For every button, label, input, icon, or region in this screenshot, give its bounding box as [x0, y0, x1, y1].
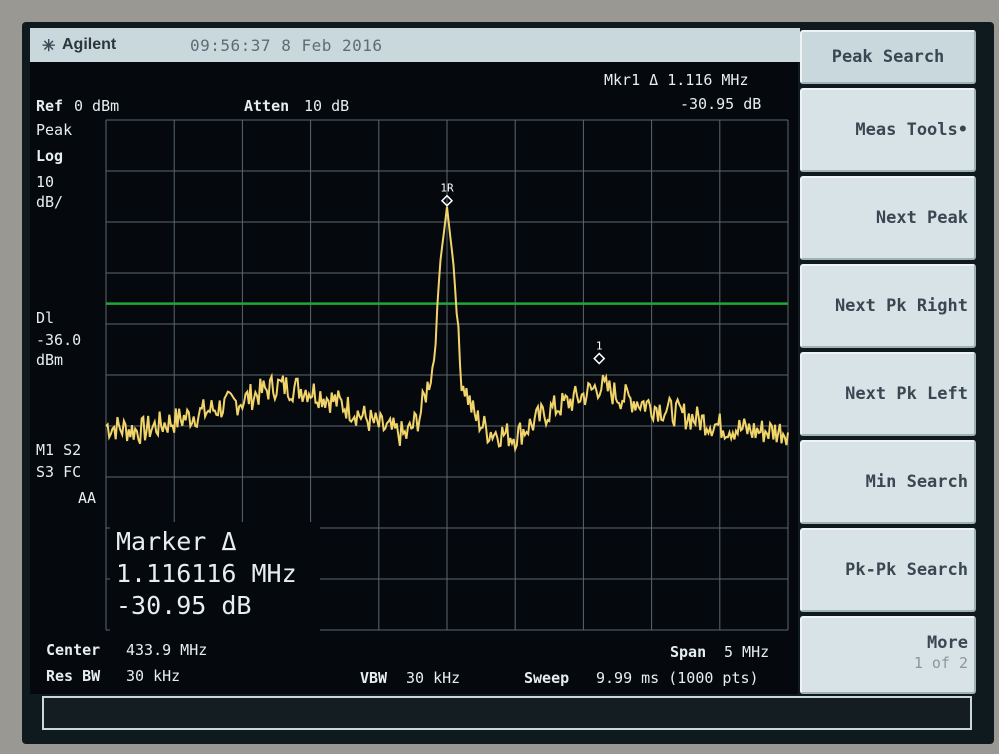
- marker-diamond-icon: [593, 352, 606, 365]
- sweep-value: 9.99 ms (1000 pts): [596, 669, 759, 687]
- marker-label: 1R: [440, 182, 454, 195]
- softkey-next-peak[interactable]: Next Peak: [800, 176, 976, 260]
- sweep-label: Sweep: [524, 669, 570, 687]
- softkey-pk-pk-search[interactable]: Pk-Pk Search: [800, 528, 976, 612]
- marker-label: 1: [596, 340, 603, 353]
- center-freq-label: Center: [46, 641, 101, 659]
- res-bw-label: Res BW: [46, 667, 101, 685]
- marker-box-frequency: 1.116116 MHz: [116, 559, 297, 588]
- vbw-label: VBW: [360, 669, 388, 687]
- brand-logo: ✳ Agilent: [42, 36, 117, 55]
- span-value: 5 MHz: [724, 643, 770, 661]
- softkey-panel: Peak Search Meas Tools• Next Peak Next P…: [800, 28, 984, 696]
- status-bar: [42, 696, 972, 730]
- span-label: Span: [670, 643, 707, 661]
- agilent-spark-icon: ✳: [42, 38, 56, 55]
- softkey-menu-title: Peak Search: [800, 30, 976, 84]
- res-bw-value: 30 kHz: [126, 667, 181, 685]
- softkey-more[interactable]: More 1 of 2: [800, 616, 976, 694]
- softkey-more-label: More: [927, 633, 968, 653]
- softkey-next-pk-left[interactable]: Next Pk Left: [800, 352, 976, 436]
- softkey-next-pk-right[interactable]: Next Pk Right: [800, 264, 976, 348]
- softkey-more-page: 1 of 2: [913, 654, 968, 672]
- timestamp: 09:56:37 8 Feb 2016: [190, 36, 383, 55]
- softkey-min-search[interactable]: Min Search: [800, 440, 976, 524]
- vbw-value: 30 kHz: [406, 669, 461, 687]
- title-bar: ✳ Agilent 09:56:37 8 Feb 2016: [30, 28, 800, 62]
- center-freq-value: 433.9 MHz: [126, 641, 208, 659]
- trace-display: Ref 0 dBm Atten 10 dB Mkr1 Δ 1.116 MHz -…: [30, 62, 798, 694]
- softkey-meas-tools[interactable]: Meas Tools•: [800, 88, 976, 172]
- marker-box-amplitude: -30.95 dB: [116, 591, 252, 620]
- marker-box-title: Marker Δ: [116, 527, 237, 556]
- brand-name: Agilent: [62, 36, 117, 53]
- marker-info-box: Marker Δ 1.116116 MHz -30.95 dB: [110, 522, 320, 632]
